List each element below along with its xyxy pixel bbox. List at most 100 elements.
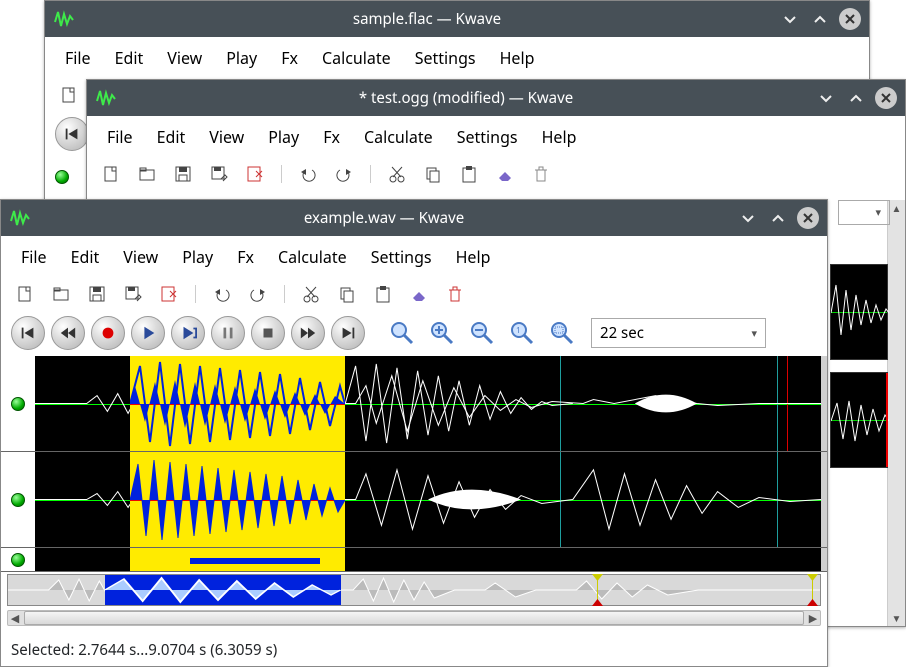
forward-button[interactable] [291,316,325,350]
undo-icon[interactable] [298,164,318,184]
menu-fx[interactable]: Fx [271,43,308,73]
channel-scrollbar[interactable] [821,356,827,451]
skip-back-button[interactable] [55,117,89,151]
waveform-channel-1[interactable] [35,356,821,451]
saveas-icon[interactable] [209,164,229,184]
horizontal-scrollbar[interactable]: ◀ ▶ [7,610,821,626]
rewind-button[interactable] [51,316,85,350]
menu-help[interactable]: Help [446,242,501,272]
skip-back-button[interactable] [11,316,45,350]
paste-icon[interactable] [459,164,479,184]
zoom-select[interactable]: ▾ [838,200,890,225]
menu-play[interactable]: Play [216,43,267,73]
waveform-channel[interactable] [830,372,888,468]
cut-icon[interactable] [301,284,321,304]
menu-edit[interactable]: Edit [147,122,196,152]
save-icon[interactable] [173,164,193,184]
menu-edit[interactable]: Edit [61,242,110,272]
scroll-up-icon[interactable]: ▲ [888,200,905,216]
minimize-button[interactable] [815,87,837,109]
paste-icon[interactable] [373,284,393,304]
saveas-icon[interactable] [123,284,143,304]
selection[interactable] [130,452,345,547]
erase-icon[interactable] [495,164,515,184]
zoom-selection-icon[interactable] [545,316,579,350]
waveform-channel-3[interactable] [35,548,821,571]
maximize-button[interactable] [845,87,867,109]
menu-view[interactable]: View [199,122,254,152]
copy-icon[interactable] [423,164,443,184]
minimize-button[interactable] [737,207,759,229]
menu-settings[interactable]: Settings [447,122,528,152]
titlebar[interactable]: example.wav — Kwave [1,200,827,236]
menu-calculate[interactable]: Calculate [268,242,357,272]
overview-track[interactable] [1,572,827,606]
copy-icon[interactable] [337,284,357,304]
redo-icon[interactable] [334,164,354,184]
titlebar[interactable]: * test.ogg (modified) — Kwave [87,80,905,116]
zoom-1to1-icon[interactable]: 1 [505,316,539,350]
channel-led[interactable] [1,356,35,451]
menu-edit[interactable]: Edit [105,43,154,73]
channel-led[interactable] [1,452,35,547]
play-loop-button[interactable] [171,316,205,350]
new-file-icon[interactable] [15,284,35,304]
menu-settings[interactable]: Settings [405,43,486,73]
scroll-down-icon[interactable]: ▼ [888,610,905,626]
menu-file[interactable]: File [97,122,143,152]
new-file-icon[interactable] [59,85,79,105]
delete-icon[interactable] [445,284,465,304]
menu-view[interactable]: View [157,43,212,73]
record-button[interactable] [91,316,125,350]
waveform-channel-2[interactable] [35,452,821,547]
zoom-fit-icon[interactable] [385,316,419,350]
menu-play[interactable]: Play [258,122,309,152]
open-icon[interactable] [51,284,71,304]
close-file-icon[interactable] [159,284,179,304]
zoom-in-icon[interactable] [425,316,459,350]
stop-button[interactable] [251,316,285,350]
pause-button[interactable] [211,316,245,350]
skip-forward-button[interactable] [331,316,365,350]
menu-file[interactable]: File [55,43,101,73]
menu-view[interactable]: View [113,242,168,272]
menu-fx[interactable]: Fx [227,242,264,272]
play-button[interactable] [131,316,165,350]
delete-icon[interactable] [531,164,551,184]
selection[interactable] [130,548,345,571]
menu-help[interactable]: Help [490,43,545,73]
cut-icon[interactable] [387,164,407,184]
channel-led[interactable] [55,170,69,184]
selection[interactable] [130,356,345,451]
new-file-icon[interactable] [101,164,121,184]
erase-icon[interactable] [409,284,429,304]
channel-led[interactable] [1,548,35,571]
redo-icon[interactable] [248,284,268,304]
menu-play[interactable]: Play [172,242,223,272]
scrollbar-thumb[interactable] [24,611,804,625]
close-button[interactable] [797,207,819,229]
close-button[interactable] [875,87,897,109]
maximize-button[interactable] [767,207,789,229]
scroll-left-icon[interactable]: ◀ [8,611,22,625]
titlebar[interactable]: sample.flac — Kwave [45,1,869,37]
overview-selection[interactable] [105,575,340,605]
zoom-select[interactable]: 22 sec ▾ [591,318,766,348]
menu-calculate[interactable]: Calculate [312,43,401,73]
zoom-out-icon[interactable] [465,316,499,350]
menu-calculate[interactable]: Calculate [354,122,443,152]
maximize-button[interactable] [809,8,831,30]
close-file-icon[interactable] [245,164,265,184]
open-icon[interactable] [137,164,157,184]
close-button[interactable] [839,8,861,30]
vertical-scrollbar[interactable]: ▲ ▼ [887,200,905,626]
waveform-channel[interactable] [830,264,888,360]
minimize-button[interactable] [779,8,801,30]
menu-help[interactable]: Help [532,122,587,152]
scroll-right-icon[interactable]: ▶ [806,611,820,625]
channel-scrollbar[interactable] [821,452,827,547]
menu-file[interactable]: File [11,242,57,272]
undo-icon[interactable] [212,284,232,304]
channel-scrollbar[interactable] [821,548,827,571]
menu-fx[interactable]: Fx [313,122,350,152]
